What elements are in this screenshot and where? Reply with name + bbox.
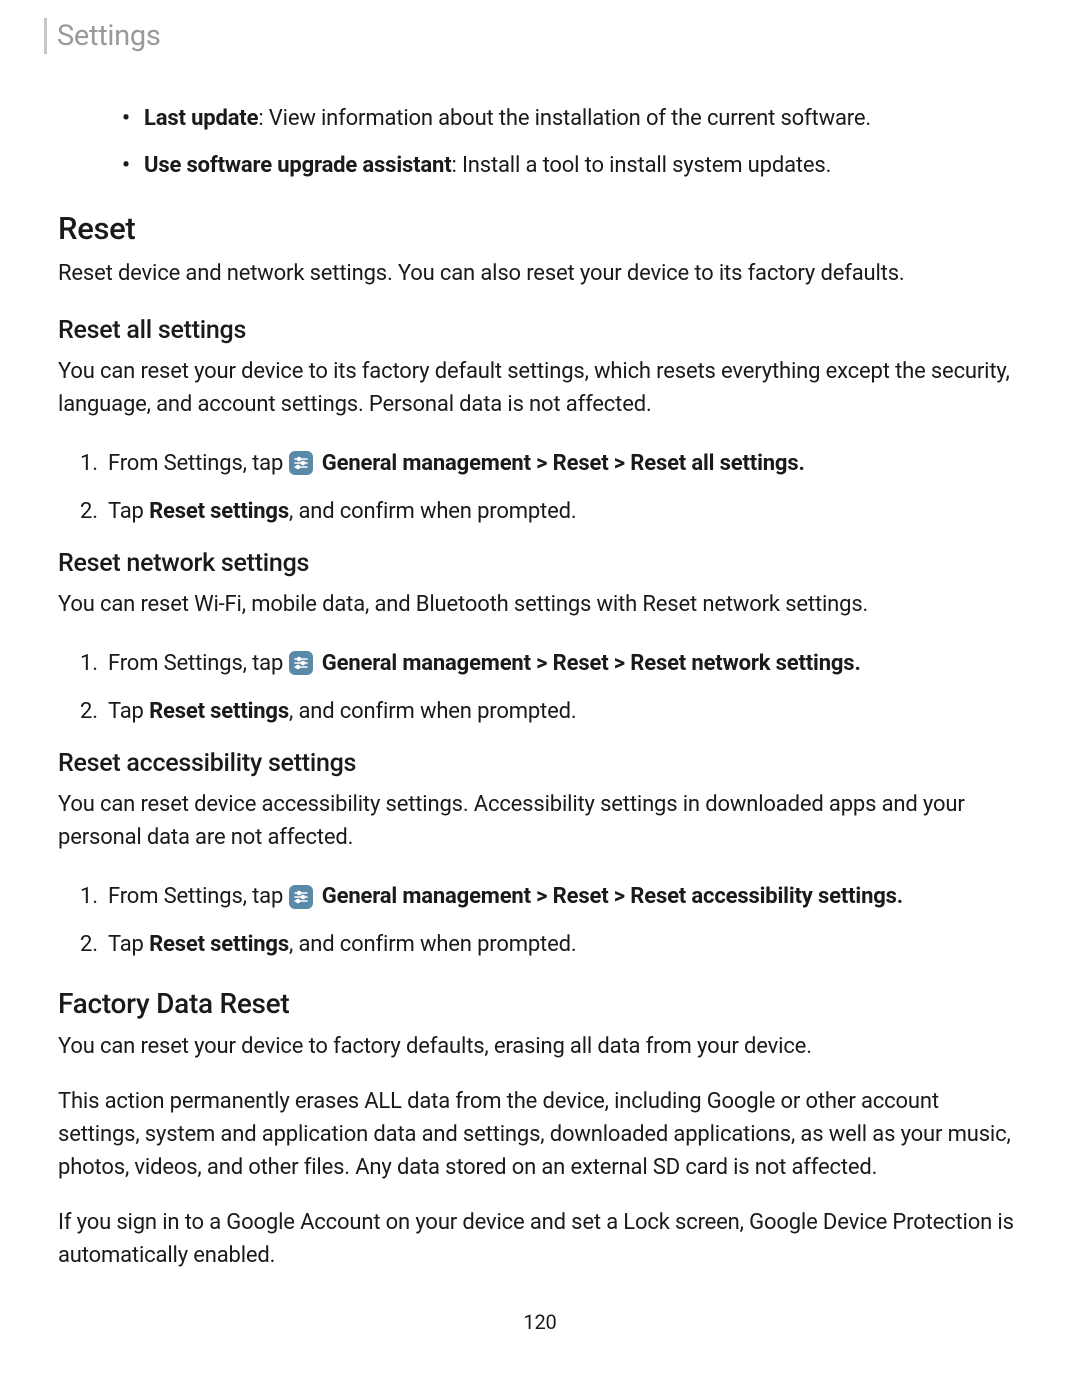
step-intro: From Settings, tap bbox=[108, 884, 288, 909]
factory-reset-para3: If you sign in to a Google Account on yo… bbox=[58, 1206, 1022, 1272]
step-intro: From Settings, tap bbox=[108, 451, 288, 476]
reset-all-description: You can reset your device to its factory… bbox=[58, 355, 1022, 421]
step-intro: From Settings, tap bbox=[108, 651, 288, 676]
reset-all-steps: From Settings, tap General management > … bbox=[58, 447, 1022, 529]
page-content: Last update: View information about the … bbox=[0, 72, 1080, 1334]
top-bullet-list: Last update: View information about the … bbox=[58, 102, 1022, 182]
bullet-term: Use software upgrade assistant bbox=[144, 153, 451, 178]
step-post: , and confirm when prompted. bbox=[289, 699, 576, 724]
bullet-desc: : Install a tool to install system updat… bbox=[451, 153, 831, 178]
factory-reset-para1: You can reset your device to factory def… bbox=[58, 1030, 1022, 1063]
general-management-icon bbox=[289, 451, 313, 475]
reset-network-steps: From Settings, tap General management > … bbox=[58, 647, 1022, 729]
step-bold: Reset settings bbox=[149, 932, 289, 957]
header-accent-bar bbox=[44, 18, 47, 54]
step-pre: Tap bbox=[108, 699, 149, 724]
reset-heading: Reset bbox=[58, 210, 1022, 247]
list-item: Last update: View information about the … bbox=[144, 102, 1022, 135]
reset-all-heading: Reset all settings bbox=[58, 316, 1022, 345]
step-item: Tap Reset settings, and confirm when pro… bbox=[108, 695, 1022, 729]
step-path: General management > Reset > Reset netwo… bbox=[322, 651, 861, 676]
step-post: , and confirm when prompted. bbox=[289, 499, 576, 524]
bullet-desc: : View information about the installatio… bbox=[258, 106, 871, 131]
step-bold: Reset settings bbox=[149, 699, 289, 724]
reset-accessibility-description: You can reset device accessibility setti… bbox=[58, 788, 1022, 854]
page-header: Settings bbox=[0, 0, 1080, 72]
step-pre: Tap bbox=[108, 932, 149, 957]
general-management-icon bbox=[289, 651, 313, 675]
reset-network-heading: Reset network settings bbox=[58, 549, 1022, 578]
reset-accessibility-steps: From Settings, tap General management > … bbox=[58, 880, 1022, 962]
step-pre: Tap bbox=[108, 499, 149, 524]
bullet-term: Last update bbox=[144, 106, 258, 131]
reset-accessibility-heading: Reset accessibility settings bbox=[58, 749, 1022, 778]
general-management-icon bbox=[289, 885, 313, 909]
step-item: Tap Reset settings, and confirm when pro… bbox=[108, 495, 1022, 529]
step-path: General management > Reset > Reset all s… bbox=[322, 451, 805, 476]
step-item: From Settings, tap General management > … bbox=[108, 647, 1022, 681]
page-number: 120 bbox=[58, 1310, 1022, 1334]
step-item: From Settings, tap General management > … bbox=[108, 447, 1022, 481]
factory-reset-para2: This action permanently erases ALL data … bbox=[58, 1085, 1022, 1184]
step-item: From Settings, tap General management > … bbox=[108, 880, 1022, 914]
header-title: Settings bbox=[57, 19, 161, 53]
reset-network-description: You can reset Wi-Fi, mobile data, and Bl… bbox=[58, 588, 1022, 621]
step-bold: Reset settings bbox=[149, 499, 289, 524]
step-item: Tap Reset settings, and confirm when pro… bbox=[108, 928, 1022, 962]
step-path: General management > Reset > Reset acces… bbox=[322, 884, 903, 909]
factory-reset-heading: Factory Data Reset bbox=[58, 987, 1022, 1020]
reset-description: Reset device and network settings. You c… bbox=[58, 257, 1022, 290]
list-item: Use software upgrade assistant: Install … bbox=[144, 149, 1022, 182]
step-post: , and confirm when prompted. bbox=[289, 932, 576, 957]
